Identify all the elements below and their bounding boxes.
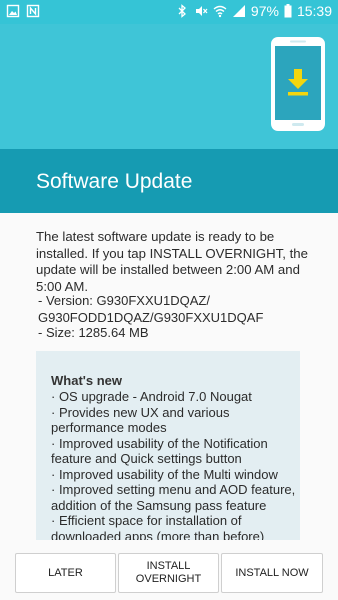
list-item: · Improved usability of the Multi window (51, 466, 278, 482)
status-bar-left (6, 4, 40, 18)
wifi-icon (213, 5, 227, 18)
whats-new-list: · OS upgrade - Android 7.0 Nougat · Prov… (51, 389, 297, 540)
n-icon (26, 4, 40, 18)
list-item: · Provides new UX and various performanc… (51, 404, 230, 436)
phone-download-icon (271, 37, 325, 131)
clock: 15:39 (296, 3, 332, 19)
update-description: The latest software update is ready to b… (36, 229, 308, 294)
battery-icon (284, 4, 292, 18)
install-overnight-button[interactable]: INSTALL OVERNIGHT (118, 553, 219, 593)
list-item: · OS upgrade - Android 7.0 Nougat (51, 389, 252, 404)
image-icon (6, 4, 20, 18)
list-item: · Improved setting menu and AOD feature,… (51, 482, 296, 513)
version-line-1: - Version: G930FXXU1DQAZ/ (38, 293, 210, 308)
version-line-2: G930FODD1DQAZ/G930FXXU1DQAF (38, 309, 264, 325)
list-item: · Efficient space for installation of do… (51, 513, 265, 540)
list-item: · Improved usability of the Notification… (51, 435, 268, 467)
later-label: LATER (48, 566, 83, 579)
whats-new-title: What's new (51, 373, 122, 388)
signal-icon (232, 5, 245, 17)
size-info: - Size: 1285.64 MB (38, 325, 149, 340)
install-now-button[interactable]: INSTALL NOW (221, 553, 323, 593)
version-info: - Version: G930FXXU1DQAZ/ G930FODD1DQAZ/… (38, 293, 310, 326)
install-now-label: INSTALL NOW (235, 566, 309, 579)
mute-icon (195, 6, 208, 16)
status-bar: 97% 15:39 (0, 0, 338, 24)
later-button[interactable]: LATER (15, 553, 116, 593)
page-title: Software Update (36, 170, 193, 193)
install-overnight-label-line-1: INSTALL (146, 560, 191, 572)
bluetooth-icon (178, 4, 186, 18)
install-overnight-label-line-2: OVERNIGHT (135, 573, 202, 585)
battery-percent: 97% (250, 3, 279, 19)
status-bar-right: 97% 15:39 (175, 3, 332, 19)
whats-new-box: What's new · OS upgrade - Android 7.0 No… (36, 351, 300, 540)
button-bar: LATER INSTALL OVERNIGHT INSTALL NOW (0, 540, 338, 600)
update-details[interactable]: The latest software update is ready to b… (0, 213, 338, 540)
install-overnight-label: INSTALL OVERNIGHT (136, 560, 201, 586)
